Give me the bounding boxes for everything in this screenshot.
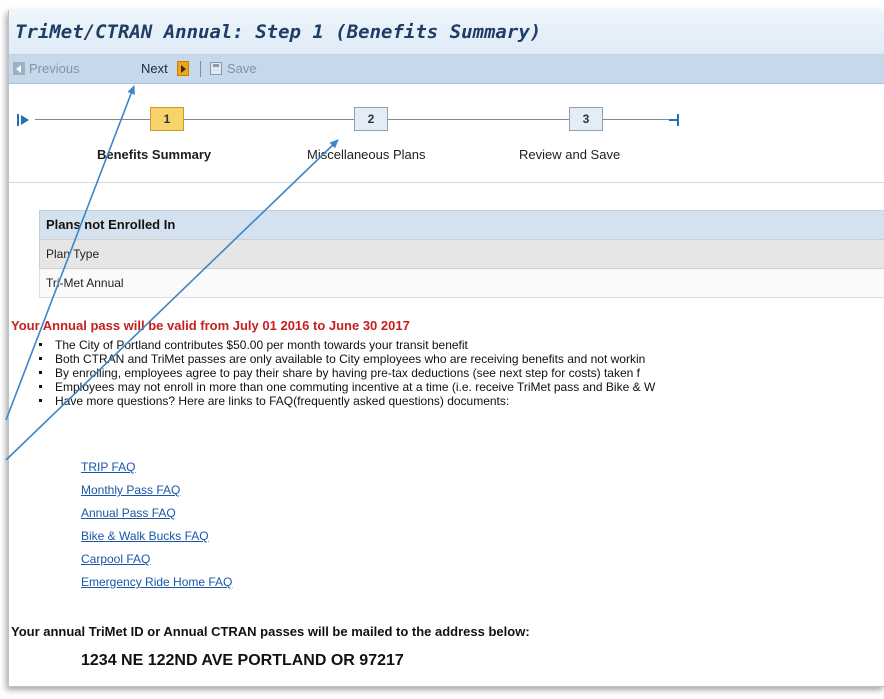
roadmap-start-icon bbox=[17, 114, 33, 126]
step-2-box[interactable]: 2 bbox=[354, 107, 388, 131]
info-bullets: The City of Portland contributes $50.00 … bbox=[37, 338, 655, 408]
step-1-label[interactable]: Benefits Summary bbox=[97, 147, 211, 162]
mailing-note: Your annual TriMet ID or Annual CTRAN pa… bbox=[11, 624, 530, 639]
mailing-address: 1234 NE 122ND AVE PORTLAND OR 97217 bbox=[81, 652, 404, 669]
step-1-box[interactable]: 1 bbox=[150, 107, 184, 131]
toolbar-divider bbox=[200, 61, 201, 77]
faq-link-annual-pass[interactable]: Annual Pass FAQ bbox=[81, 502, 232, 525]
page-title: TriMet/CTRAN Annual: Step 1 (Benefits Su… bbox=[15, 21, 542, 43]
faq-link-carpool[interactable]: Carpool FAQ bbox=[81, 548, 232, 571]
toolbar: Previous Next Save bbox=[9, 55, 884, 84]
roadmap-end-icon bbox=[669, 114, 679, 126]
step-2-label[interactable]: Miscellaneous Plans bbox=[307, 147, 426, 162]
save-button[interactable]: Save bbox=[227, 61, 257, 76]
table-row: Tri-Met Annual bbox=[39, 269, 884, 298]
validity-notice: Your Annual pass will be valid from July… bbox=[11, 318, 410, 333]
previous-button[interactable]: Previous bbox=[29, 61, 80, 76]
list-item: Both CTRAN and TriMet passes are only av… bbox=[37, 352, 655, 366]
list-item: By enrolling, employees agree to pay the… bbox=[37, 366, 655, 380]
faq-links: TRIP FAQ Monthly Pass FAQ Annual Pass FA… bbox=[81, 456, 232, 594]
list-item: Have more questions? Here are links to F… bbox=[37, 394, 655, 408]
arrow-left-icon bbox=[13, 62, 25, 75]
step-3-box[interactable]: 3 bbox=[569, 107, 603, 131]
title-bar: TriMet/CTRAN Annual: Step 1 (Benefits Su… bbox=[9, 10, 884, 55]
table-heading: Plans not Enrolled In bbox=[39, 210, 884, 239]
step-roadmap: 1 Benefits Summary 2 Miscellaneous Plans… bbox=[9, 84, 884, 183]
faq-link-monthly-pass[interactable]: Monthly Pass FAQ bbox=[81, 479, 232, 502]
arrow-right-icon[interactable] bbox=[177, 61, 189, 76]
list-item: Employees may not enroll in more than on… bbox=[37, 380, 655, 394]
list-item: The City of Portland contributes $50.00 … bbox=[37, 338, 655, 352]
plans-not-enrolled-table: Plans not Enrolled In Plan Type Tri-Met … bbox=[39, 210, 884, 298]
faq-link-emergency-ride[interactable]: Emergency Ride Home FAQ bbox=[81, 571, 232, 594]
table-column-header: Plan Type bbox=[39, 239, 884, 269]
step-3-label[interactable]: Review and Save bbox=[519, 147, 620, 162]
save-icon bbox=[210, 62, 222, 75]
window: TriMet/CTRAN Annual: Step 1 (Benefits Su… bbox=[8, 10, 884, 687]
faq-link-trip[interactable]: TRIP FAQ bbox=[81, 456, 232, 479]
faq-link-bike-walk[interactable]: Bike & Walk Bucks FAQ bbox=[81, 525, 232, 548]
next-button[interactable]: Next bbox=[141, 61, 168, 76]
